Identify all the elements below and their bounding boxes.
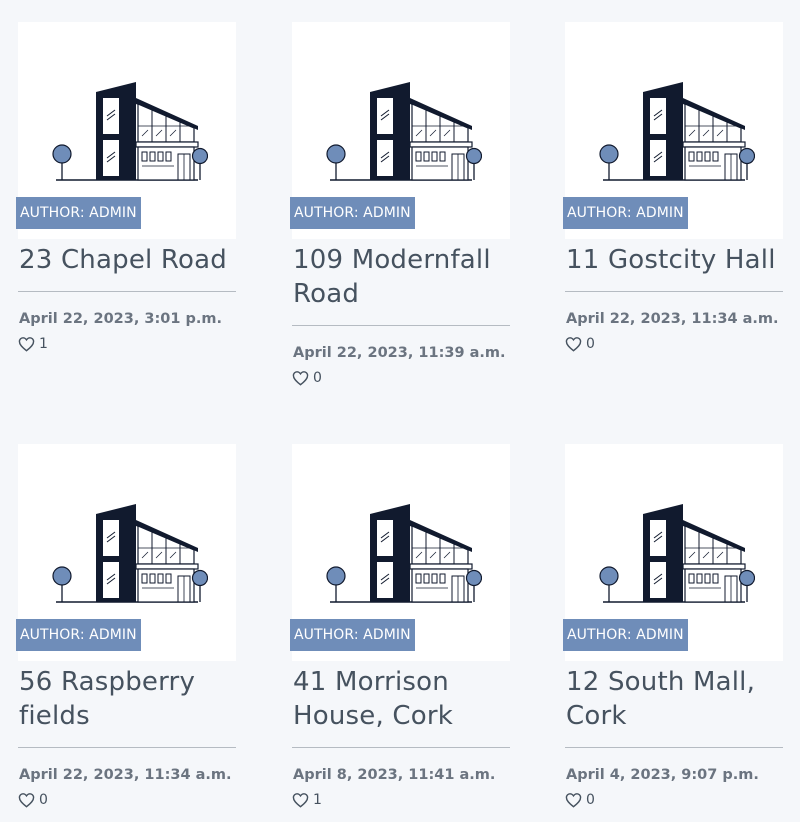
author-badge[interactable]: AUTHOR: ADMIN <box>16 619 141 651</box>
divider <box>18 291 236 292</box>
listing-date: April 4, 2023, 9:07 p.m. <box>566 767 759 783</box>
listing-title[interactable]: 23 Chapel Road <box>19 243 236 277</box>
divider <box>292 325 510 326</box>
divider <box>292 747 510 748</box>
listing-title[interactable]: 11 Gostcity Hall <box>566 243 783 277</box>
like-row: 1 <box>18 336 236 352</box>
divider <box>565 747 783 748</box>
heart-icon[interactable] <box>565 792 582 808</box>
like-row: 0 <box>565 336 783 352</box>
heart-icon[interactable] <box>18 336 35 352</box>
listing-thumbnail[interactable]: AUTHOR: ADMIN <box>290 22 510 239</box>
heart-icon[interactable] <box>292 370 309 386</box>
like-count: 0 <box>586 792 595 808</box>
listing-thumbnail[interactable]: AUTHOR: ADMIN <box>16 22 236 239</box>
listing-thumbnail[interactable]: AUTHOR: ADMIN <box>16 444 236 661</box>
heart-icon[interactable] <box>18 792 35 808</box>
author-badge[interactable]: AUTHOR: ADMIN <box>563 197 688 229</box>
heart-icon[interactable] <box>565 336 582 352</box>
author-badge[interactable]: AUTHOR: ADMIN <box>16 197 141 229</box>
listing-title[interactable]: 56 Raspberry fields <box>19 665 236 733</box>
divider <box>18 747 236 748</box>
like-count: 0 <box>586 336 595 352</box>
like-count: 1 <box>39 336 48 352</box>
listing-date: April 22, 2023, 3:01 p.m. <box>19 311 223 327</box>
like-row: 1 <box>292 792 510 808</box>
author-badge[interactable]: AUTHOR: ADMIN <box>290 197 415 229</box>
listing-date: April 22, 2023, 11:39 a.m. <box>293 345 506 361</box>
like-row: 0 <box>18 792 236 808</box>
heart-icon[interactable] <box>292 792 309 808</box>
author-badge[interactable]: AUTHOR: ADMIN <box>563 619 688 651</box>
listing-thumbnail[interactable]: AUTHOR: ADMIN <box>563 22 783 239</box>
listing-card: AUTHOR: ADMIN 12 South Mall, Cork April … <box>563 444 783 808</box>
listing-card: AUTHOR: ADMIN 11 Gostcity Hall April 22,… <box>563 22 783 352</box>
listing-card: AUTHOR: ADMIN 109 Modernfall Road April … <box>290 22 510 386</box>
author-badge[interactable]: AUTHOR: ADMIN <box>290 619 415 651</box>
listing-date: April 8, 2023, 11:41 a.m. <box>293 767 496 783</box>
like-count: 0 <box>39 792 48 808</box>
listing-date: April 22, 2023, 11:34 a.m. <box>566 311 779 327</box>
like-row: 0 <box>565 792 783 808</box>
listing-grid: AUTHOR: ADMIN 23 Chapel Road April 22, 2… <box>0 0 800 822</box>
listing-thumbnail[interactable]: AUTHOR: ADMIN <box>563 444 783 661</box>
listing-title[interactable]: 109 Modernfall Road <box>293 243 510 311</box>
like-count: 0 <box>313 370 322 386</box>
listing-card: AUTHOR: ADMIN 56 Raspberry fields April … <box>16 444 236 808</box>
divider <box>565 291 783 292</box>
like-count: 1 <box>313 792 322 808</box>
like-row: 0 <box>292 370 510 386</box>
listing-thumbnail[interactable]: AUTHOR: ADMIN <box>290 444 510 661</box>
listing-date: April 22, 2023, 11:34 a.m. <box>19 767 232 783</box>
listing-title[interactable]: 41 Morrison House, Cork <box>293 665 510 733</box>
listing-title[interactable]: 12 South Mall, Cork <box>566 665 783 733</box>
listing-card: AUTHOR: ADMIN 41 Morrison House, Cork Ap… <box>290 444 510 808</box>
listing-card: AUTHOR: ADMIN 23 Chapel Road April 22, 2… <box>16 22 236 352</box>
